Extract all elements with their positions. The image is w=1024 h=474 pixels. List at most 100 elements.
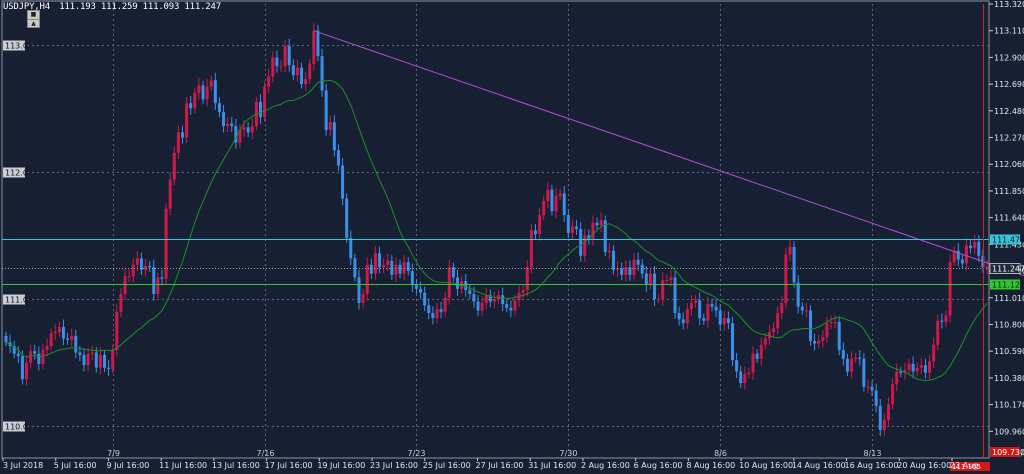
week-label: 7/9 bbox=[107, 449, 120, 458]
candle-body bbox=[669, 277, 673, 280]
x-tick-label: 11 Jul 16:00 bbox=[159, 461, 207, 470]
candle-body bbox=[107, 367, 111, 369]
x-tick-label: 25 Jul 16:00 bbox=[423, 461, 471, 470]
candle-body bbox=[406, 262, 410, 272]
candle-body bbox=[398, 264, 402, 274]
x-tick-label: 14 Aug 16:00 bbox=[792, 461, 846, 470]
candle-body bbox=[90, 352, 94, 354]
candle-body bbox=[538, 215, 542, 235]
candle-body bbox=[960, 259, 964, 264]
candle-body bbox=[29, 351, 33, 363]
candle-body bbox=[25, 362, 29, 380]
candle-body bbox=[443, 297, 447, 312]
left-level-label: 110.0 bbox=[5, 423, 28, 432]
candle-body bbox=[837, 321, 841, 350]
candle-body bbox=[332, 122, 336, 151]
candle-body bbox=[714, 306, 718, 311]
bottom-price-label: 109.730 bbox=[992, 448, 1024, 457]
chart-root[interactable]: 7/97/167/237/308/68/138/208/27113.0112.0… bbox=[0, 0, 1024, 474]
candle-body bbox=[509, 307, 513, 311]
x-tick-label: 10 Aug 16:00 bbox=[739, 461, 793, 470]
left-level-label: 112.0 bbox=[5, 169, 28, 178]
candle-body bbox=[222, 112, 226, 127]
candle-body bbox=[973, 241, 977, 249]
candle-body bbox=[969, 245, 973, 249]
candle-body bbox=[788, 246, 792, 255]
candle-body bbox=[160, 277, 164, 279]
price-chart[interactable]: 7/97/167/237/308/68/138/208/27113.0112.0… bbox=[0, 0, 1024, 474]
x-tick-label: 16 Aug 16:00 bbox=[845, 461, 899, 470]
candle-body bbox=[168, 179, 172, 209]
candle-body bbox=[410, 271, 414, 286]
y-tick-label: 112.900 bbox=[994, 53, 1024, 62]
candle-body bbox=[414, 285, 418, 289]
candle-body bbox=[468, 290, 472, 294]
candle-body bbox=[304, 79, 308, 85]
candle-body bbox=[599, 220, 603, 226]
candle-body bbox=[751, 353, 755, 373]
x-tick-label: 19 Jul 16:00 bbox=[317, 461, 365, 470]
candle-body bbox=[78, 352, 82, 355]
candle-body bbox=[521, 290, 525, 293]
candle-body bbox=[472, 293, 476, 302]
x-tick-label: 27 Jul 16:00 bbox=[476, 461, 524, 470]
candle-body bbox=[698, 300, 702, 319]
candle-body bbox=[850, 358, 854, 372]
y-tick-label: 111.850 bbox=[994, 187, 1024, 196]
candle-body bbox=[33, 351, 37, 354]
candle-body bbox=[361, 293, 365, 303]
candle-body bbox=[505, 304, 509, 308]
candle-body bbox=[267, 76, 271, 87]
candle-body bbox=[484, 295, 488, 303]
candle-body bbox=[644, 273, 648, 286]
candle-body bbox=[648, 273, 652, 286]
candle-body bbox=[402, 262, 406, 274]
support-level-label: 111.121 bbox=[992, 281, 1024, 290]
x-tick-label: 23 Jul 16:00 bbox=[370, 461, 418, 470]
candles bbox=[4, 23, 989, 437]
week-label: 7/16 bbox=[257, 449, 275, 458]
resistance-level-label: 111.474 bbox=[992, 236, 1024, 245]
candle-body bbox=[833, 321, 837, 323]
y-tick-label: 110.800 bbox=[994, 320, 1024, 329]
candle-body bbox=[205, 86, 209, 100]
candle-body bbox=[677, 313, 681, 320]
candle-body bbox=[595, 222, 599, 226]
week-label: 7/30 bbox=[560, 449, 578, 458]
candle-body bbox=[611, 250, 615, 270]
candle-body bbox=[882, 419, 886, 431]
week-label: 8/6 bbox=[714, 449, 727, 458]
candle-body bbox=[156, 277, 160, 294]
candle-body bbox=[702, 318, 706, 321]
candle-body bbox=[209, 80, 213, 87]
candle-body bbox=[685, 309, 689, 324]
candle-body bbox=[213, 80, 217, 104]
candle-body bbox=[915, 367, 919, 372]
candle-body bbox=[226, 123, 230, 127]
week-label: 8/13 bbox=[864, 449, 882, 458]
x-tick-label: 31 Jul 16:00 bbox=[528, 461, 576, 470]
candle-body bbox=[295, 67, 299, 76]
candle-body bbox=[119, 293, 123, 312]
x-tick-label: 13 Jul 16:00 bbox=[212, 461, 260, 470]
y-tick-label: 113.110 bbox=[994, 27, 1024, 36]
candle-body bbox=[747, 372, 751, 375]
y-tick-label: 112.480 bbox=[994, 107, 1024, 116]
candle-body bbox=[435, 309, 439, 319]
candle-body bbox=[899, 371, 903, 373]
candle-body bbox=[743, 374, 747, 383]
x-tick-label: 20 Aug 16:00 bbox=[897, 461, 951, 470]
expand-arrow-icon[interactable]: ▲ bbox=[27, 19, 40, 28]
candle-body bbox=[283, 45, 287, 67]
candle-body bbox=[82, 354, 86, 366]
candle-body bbox=[726, 318, 730, 324]
candle-body bbox=[279, 66, 283, 68]
candle-body bbox=[456, 277, 460, 289]
candle-body bbox=[706, 304, 710, 321]
candle-body bbox=[180, 132, 184, 138]
y-tick-label: 112.690 bbox=[994, 80, 1024, 89]
candle-body bbox=[148, 265, 152, 268]
candle-body bbox=[542, 201, 546, 216]
y-tick-label: 110.170 bbox=[994, 401, 1024, 410]
candle-body bbox=[813, 341, 817, 344]
